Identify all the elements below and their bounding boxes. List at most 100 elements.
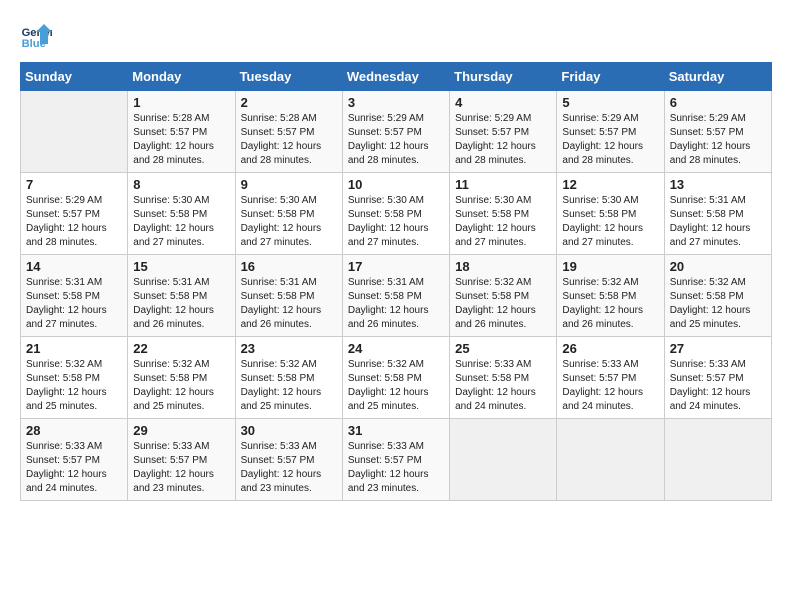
day-info: Sunrise: 5:30 AM Sunset: 5:58 PM Dayligh… (348, 194, 444, 250)
day-info: Sunrise: 5:29 AM Sunset: 5:57 PM Dayligh… (670, 112, 766, 168)
day-info: Sunrise: 5:30 AM Sunset: 5:58 PM Dayligh… (562, 194, 658, 250)
day-number: 3 (348, 95, 444, 110)
day-cell: 17 Sunrise: 5:31 AM Sunset: 5:58 PM Dayli… (342, 255, 449, 337)
day-number: 19 (562, 259, 658, 274)
day-cell: 12 Sunrise: 5:30 AM Sunset: 5:58 PM Dayli… (557, 173, 664, 255)
day-number: 25 (455, 341, 551, 356)
day-number: 23 (241, 341, 337, 356)
day-cell: 30 Sunrise: 5:33 AM Sunset: 5:57 PM Dayli… (235, 419, 342, 501)
day-info: Sunrise: 5:29 AM Sunset: 5:57 PM Dayligh… (562, 112, 658, 168)
day-cell: 31 Sunrise: 5:33 AM Sunset: 5:57 PM Dayli… (342, 419, 449, 501)
day-info: Sunrise: 5:32 AM Sunset: 5:58 PM Dayligh… (241, 358, 337, 414)
day-number: 30 (241, 423, 337, 438)
day-info: Sunrise: 5:33 AM Sunset: 5:57 PM Dayligh… (26, 440, 122, 496)
day-info: Sunrise: 5:31 AM Sunset: 5:58 PM Dayligh… (670, 194, 766, 250)
day-info: Sunrise: 5:33 AM Sunset: 5:57 PM Dayligh… (133, 440, 229, 496)
day-number: 24 (348, 341, 444, 356)
day-info: Sunrise: 5:28 AM Sunset: 5:57 PM Dayligh… (133, 112, 229, 168)
day-number: 31 (348, 423, 444, 438)
day-number: 14 (26, 259, 122, 274)
day-cell: 20 Sunrise: 5:32 AM Sunset: 5:58 PM Dayli… (664, 255, 771, 337)
day-info: Sunrise: 5:31 AM Sunset: 5:58 PM Dayligh… (241, 276, 337, 332)
day-number: 18 (455, 259, 551, 274)
day-number: 15 (133, 259, 229, 274)
day-number: 9 (241, 177, 337, 192)
day-cell: 25 Sunrise: 5:33 AM Sunset: 5:58 PM Dayli… (450, 337, 557, 419)
col-header-wednesday: Wednesday (342, 63, 449, 91)
day-cell: 10Sunrise: 5:30 AM Sunset: 5:58 PM Dayli… (342, 173, 449, 255)
day-cell: 7Sunrise: 5:29 AM Sunset: 5:57 PM Daylig… (21, 173, 128, 255)
day-number: 16 (241, 259, 337, 274)
day-info: Sunrise: 5:32 AM Sunset: 5:58 PM Dayligh… (670, 276, 766, 332)
day-info: Sunrise: 5:32 AM Sunset: 5:58 PM Dayligh… (562, 276, 658, 332)
day-number: 13 (670, 177, 766, 192)
day-cell: 13 Sunrise: 5:31 AM Sunset: 5:58 PM Dayli… (664, 173, 771, 255)
day-cell: 6 Sunrise: 5:29 AM Sunset: 5:57 PM Daylig… (664, 91, 771, 173)
day-info: Sunrise: 5:30 AM Sunset: 5:58 PM Dayligh… (133, 194, 229, 250)
day-cell: 2 Sunrise: 5:28 AM Sunset: 5:57 PM Daylig… (235, 91, 342, 173)
day-info: Sunrise: 5:31 AM Sunset: 5:58 PM Dayligh… (348, 276, 444, 332)
day-number: 20 (670, 259, 766, 274)
day-cell: 3 Sunrise: 5:29 AM Sunset: 5:57 PM Daylig… (342, 91, 449, 173)
col-header-saturday: Saturday (664, 63, 771, 91)
col-header-thursday: Thursday (450, 63, 557, 91)
col-header-tuesday: Tuesday (235, 63, 342, 91)
col-header-monday: Monday (128, 63, 235, 91)
day-info: Sunrise: 5:31 AM Sunset: 5:58 PM Dayligh… (133, 276, 229, 332)
day-info: Sunrise: 5:32 AM Sunset: 5:58 PM Dayligh… (348, 358, 444, 414)
day-cell: 22Sunrise: 5:32 AM Sunset: 5:58 PM Dayli… (128, 337, 235, 419)
logo: General Blue (20, 20, 56, 52)
logo-icon: General Blue (20, 20, 52, 52)
day-cell: 23 Sunrise: 5:32 AM Sunset: 5:58 PM Dayli… (235, 337, 342, 419)
day-cell (21, 91, 128, 173)
day-cell: 1 Sunrise: 5:28 AM Sunset: 5:57 PM Daylig… (128, 91, 235, 173)
day-cell: 15 Sunrise: 5:31 AM Sunset: 5:58 PM Dayli… (128, 255, 235, 337)
day-number: 7 (26, 177, 122, 192)
day-number: 29 (133, 423, 229, 438)
week-row-5: 28Sunrise: 5:33 AM Sunset: 5:57 PM Dayli… (21, 419, 772, 501)
day-number: 27 (670, 341, 766, 356)
day-cell: 19 Sunrise: 5:32 AM Sunset: 5:58 PM Dayli… (557, 255, 664, 337)
day-cell: 9 Sunrise: 5:30 AM Sunset: 5:58 PM Daylig… (235, 173, 342, 255)
day-number: 11 (455, 177, 551, 192)
day-number: 12 (562, 177, 658, 192)
day-cell: 28Sunrise: 5:33 AM Sunset: 5:57 PM Dayli… (21, 419, 128, 501)
day-info: Sunrise: 5:32 AM Sunset: 5:58 PM Dayligh… (26, 358, 122, 414)
day-info: Sunrise: 5:33 AM Sunset: 5:57 PM Dayligh… (241, 440, 337, 496)
day-cell: 18Sunrise: 5:32 AM Sunset: 5:58 PM Dayli… (450, 255, 557, 337)
day-cell: 4 Sunrise: 5:29 AM Sunset: 5:57 PM Daylig… (450, 91, 557, 173)
day-info: Sunrise: 5:29 AM Sunset: 5:57 PM Dayligh… (348, 112, 444, 168)
col-header-sunday: Sunday (21, 63, 128, 91)
day-number: 2 (241, 95, 337, 110)
day-info: Sunrise: 5:29 AM Sunset: 5:57 PM Dayligh… (455, 112, 551, 168)
day-info: Sunrise: 5:33 AM Sunset: 5:57 PM Dayligh… (670, 358, 766, 414)
day-number: 21 (26, 341, 122, 356)
day-cell: 29 Sunrise: 5:33 AM Sunset: 5:57 PM Dayli… (128, 419, 235, 501)
day-cell: 11 Sunrise: 5:30 AM Sunset: 5:58 PM Dayli… (450, 173, 557, 255)
col-header-friday: Friday (557, 63, 664, 91)
day-cell: 21 Sunrise: 5:32 AM Sunset: 5:58 PM Dayli… (21, 337, 128, 419)
day-info: Sunrise: 5:33 AM Sunset: 5:57 PM Dayligh… (348, 440, 444, 496)
week-row-4: 21 Sunrise: 5:32 AM Sunset: 5:58 PM Dayli… (21, 337, 772, 419)
header-row: SundayMondayTuesdayWednesdayThursdayFrid… (21, 63, 772, 91)
week-row-1: 1 Sunrise: 5:28 AM Sunset: 5:57 PM Daylig… (21, 91, 772, 173)
day-number: 5 (562, 95, 658, 110)
day-cell (664, 419, 771, 501)
day-info: Sunrise: 5:30 AM Sunset: 5:58 PM Dayligh… (241, 194, 337, 250)
day-cell: 14 Sunrise: 5:31 AM Sunset: 5:58 PM Dayli… (21, 255, 128, 337)
day-info: Sunrise: 5:31 AM Sunset: 5:58 PM Dayligh… (26, 276, 122, 332)
calendar-table: SundayMondayTuesdayWednesdayThursdayFrid… (20, 62, 772, 501)
day-info: Sunrise: 5:28 AM Sunset: 5:57 PM Dayligh… (241, 112, 337, 168)
day-number: 17 (348, 259, 444, 274)
day-info: Sunrise: 5:33 AM Sunset: 5:58 PM Dayligh… (455, 358, 551, 414)
week-row-2: 7Sunrise: 5:29 AM Sunset: 5:57 PM Daylig… (21, 173, 772, 255)
day-cell: 26Sunrise: 5:33 AM Sunset: 5:57 PM Dayli… (557, 337, 664, 419)
day-number: 6 (670, 95, 766, 110)
day-info: Sunrise: 5:30 AM Sunset: 5:58 PM Dayligh… (455, 194, 551, 250)
day-number: 4 (455, 95, 551, 110)
day-number: 1 (133, 95, 229, 110)
day-cell (557, 419, 664, 501)
header: General Blue (20, 20, 772, 52)
day-cell (450, 419, 557, 501)
day-number: 26 (562, 341, 658, 356)
